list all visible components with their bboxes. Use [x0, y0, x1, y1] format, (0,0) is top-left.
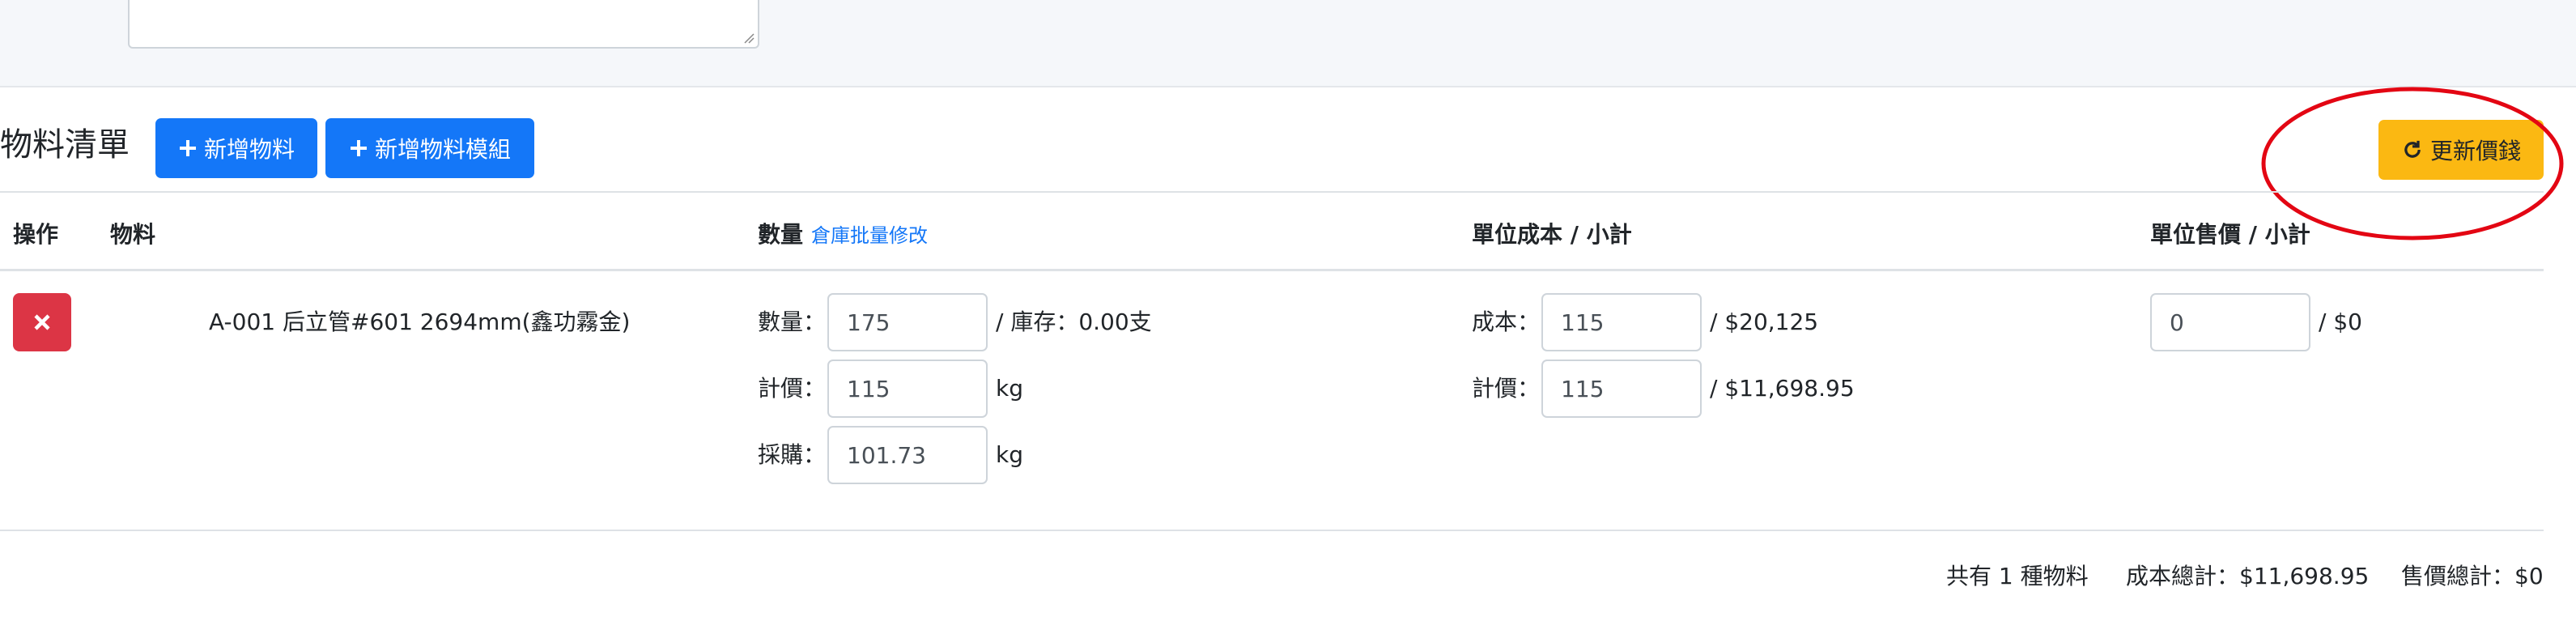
purchase-quantity-input[interactable]: 101.73: [827, 426, 988, 484]
sale-subtotal: / $0: [2319, 308, 2362, 335]
quantity-input[interactable]: 175: [827, 293, 988, 351]
notes-textarea[interactable]: [128, 0, 759, 49]
pricing-unit: kg: [996, 375, 1023, 402]
top-form-area: [0, 0, 2576, 87]
purchase-unit: kg: [996, 441, 1023, 468]
add-module-button[interactable]: 新增物料模組: [325, 118, 534, 178]
delete-row-button[interactable]: [13, 293, 71, 351]
update-price-label: 更新價錢: [2429, 138, 2521, 164]
table-bottom-border: [0, 530, 2544, 531]
header-action: 操作: [13, 221, 59, 248]
section-title: 物料清單: [0, 126, 130, 164]
refresh-icon: [2401, 138, 2424, 161]
cost-pricing-subtotal: / $11,698.95: [1710, 375, 1855, 402]
cost-label: 成本：: [1472, 308, 1541, 335]
update-price-button[interactable]: 更新價錢: [2378, 120, 2544, 180]
add-material-label: 新增物料: [203, 136, 295, 163]
add-module-label: 新增物料模組: [374, 136, 511, 163]
pricing-label: 計價：: [758, 375, 827, 402]
cost-total: 成本總計：$11,698.95: [2126, 563, 2370, 589]
price-total: 售價總計：$0: [2401, 563, 2544, 589]
table-header-border: [0, 269, 2544, 271]
header-quantity: 數量 倉庫批量修改: [758, 219, 928, 252]
add-material-button[interactable]: 新增物料: [155, 118, 317, 178]
cost-pricing-label: 計價：: [1472, 375, 1541, 402]
cost-subtotal: / $20,125: [1710, 308, 1819, 335]
stock-text: / 庫存：0.00支: [996, 308, 1152, 335]
plus-icon: [178, 138, 198, 158]
sale-price-input[interactable]: 0: [2150, 293, 2310, 351]
header-unit-cost: 單位成本 / 小計: [1472, 221, 1632, 248]
cost-input[interactable]: 115: [1541, 293, 1702, 351]
cost-pricing-input[interactable]: 115: [1541, 360, 1702, 418]
quantity-label: 數量：: [758, 308, 827, 335]
header-material: 物料: [110, 221, 156, 248]
header-quantity-label: 數量: [758, 221, 804, 248]
material-name: A-001 后立管#601 2694mm(鑫功霧金): [209, 308, 631, 335]
table-top-border: [0, 191, 2544, 193]
material-count: 共有 1 種物料: [1946, 563, 2089, 589]
close-icon: [34, 314, 50, 330]
pricing-quantity-input[interactable]: 115: [827, 360, 988, 418]
purchase-label: 採購：: [758, 441, 827, 468]
plus-icon: [349, 138, 368, 158]
warehouse-batch-edit-link[interactable]: 倉庫批量修改: [811, 224, 928, 247]
resize-grip-icon[interactable]: [743, 32, 755, 44]
header-unit-price: 單位售價 / 小計: [2150, 221, 2310, 248]
